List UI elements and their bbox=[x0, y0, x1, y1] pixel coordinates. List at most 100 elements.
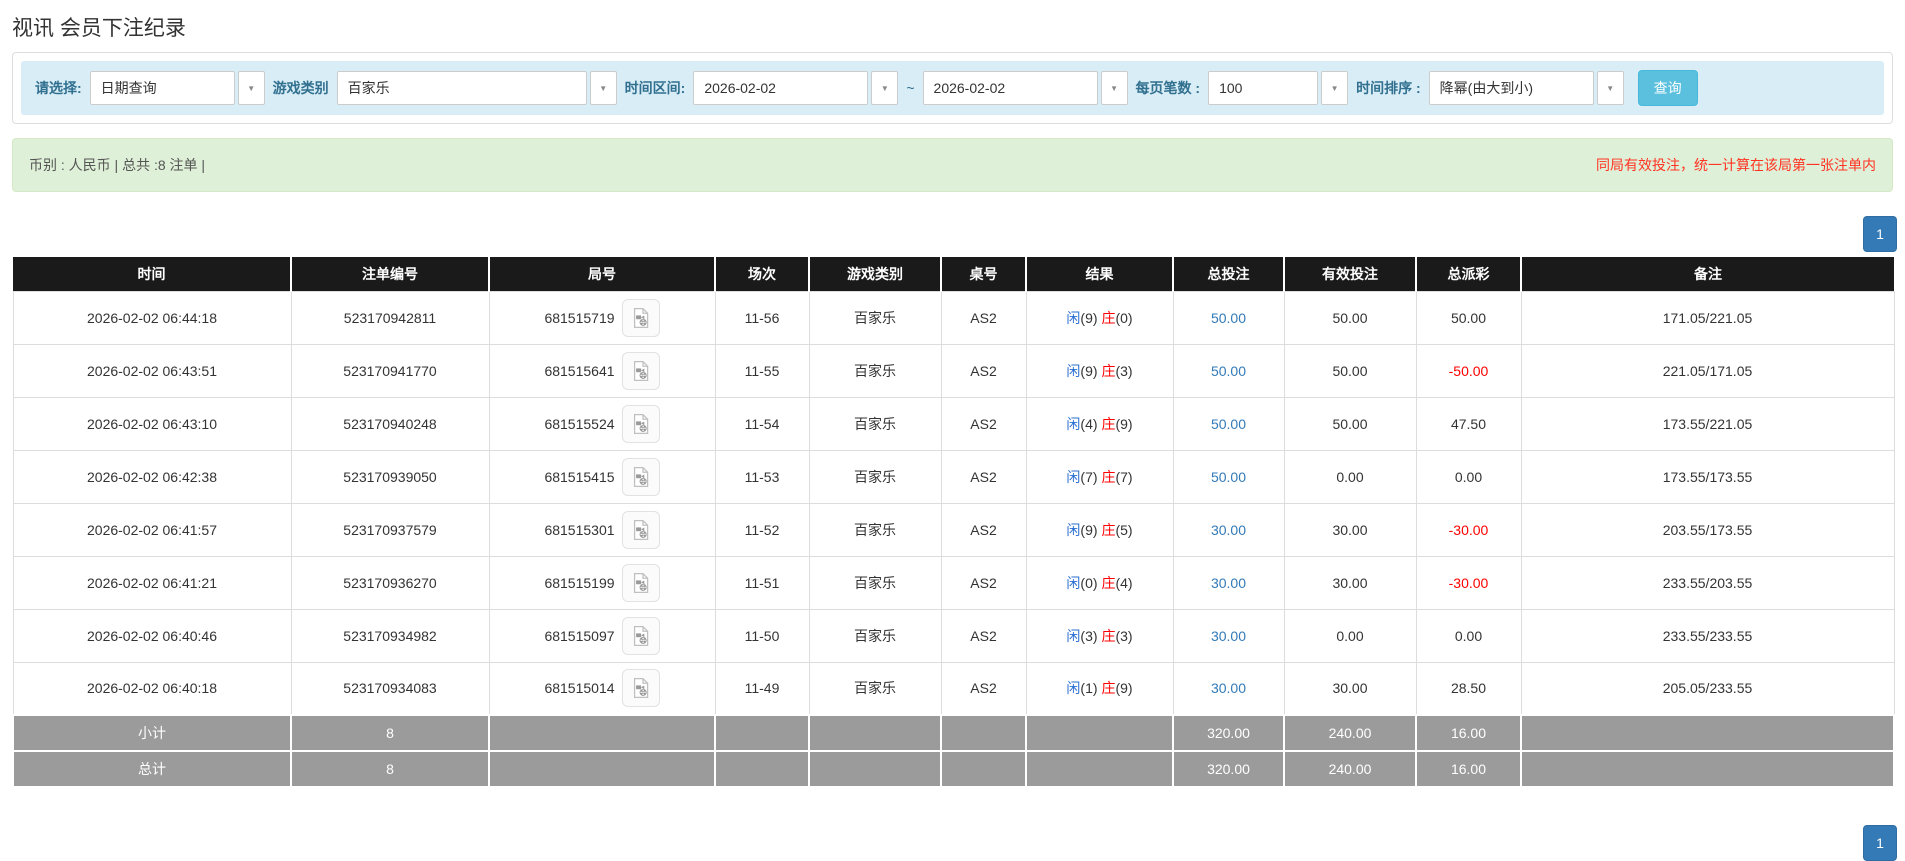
result-banker-label: 庄 bbox=[1101, 362, 1116, 379]
chevron-down-icon[interactable]: ▼ bbox=[237, 71, 265, 105]
cell-game-type: 百家乐 bbox=[808, 555, 942, 610]
cell-round-id: 681515301 bbox=[488, 502, 716, 557]
chevron-down-icon[interactable]: ▼ bbox=[1321, 71, 1349, 105]
cell-time: 2026-02-02 06:42:38 bbox=[12, 449, 292, 504]
video-replay-button[interactable] bbox=[621, 616, 660, 655]
header-round-id: 局号 bbox=[489, 257, 716, 291]
total-bet-link[interactable]: 30.00 bbox=[1211, 575, 1246, 591]
header-table-no: 桌号 bbox=[941, 257, 1027, 291]
video-replay-button[interactable] bbox=[621, 298, 660, 337]
cell-valid-bet: 30.00 bbox=[1283, 661, 1417, 716]
cell-payout: -30.00 bbox=[1415, 502, 1522, 557]
page-title: 视讯 会员下注纪录 bbox=[12, 17, 186, 40]
cell-time: 2026-02-02 06:43:10 bbox=[12, 396, 292, 451]
payout-value: -30.00 bbox=[1448, 574, 1489, 591]
pagination-page-1-button[interactable]: 1 bbox=[1863, 825, 1897, 861]
select-type-label: 请选择: bbox=[35, 80, 82, 96]
header-payout: 总派彩 bbox=[1416, 257, 1522, 291]
result-banker-label: 庄 bbox=[1101, 574, 1116, 591]
cell-game-type: 百家乐 bbox=[808, 502, 942, 557]
cell-table-no: AS2 bbox=[940, 449, 1027, 504]
video-replay-button[interactable] bbox=[621, 404, 660, 443]
date-from-picker[interactable]: 2026-02-02 ▼ bbox=[693, 71, 899, 105]
search-button[interactable]: 查询 bbox=[1637, 70, 1698, 106]
payout-value: -30.00 bbox=[1448, 521, 1489, 538]
result-player-score: (9) bbox=[1080, 362, 1098, 379]
query-type-select[interactable]: 日期查询 ▼ bbox=[89, 71, 265, 105]
cell-session: 11-49 bbox=[714, 661, 810, 716]
chevron-down-icon[interactable]: ▼ bbox=[589, 71, 617, 105]
game-type-label: 游戏类别 bbox=[272, 80, 329, 96]
query-type-value[interactable]: 日期查询 bbox=[89, 71, 235, 105]
sort-order-value[interactable]: 降幂(由大到小) bbox=[1428, 71, 1594, 105]
cell-remark: 173.55/221.05 bbox=[1520, 396, 1895, 451]
total-valid-bet: 240.00 bbox=[1283, 750, 1417, 788]
subtotal-valid-bet: 240.00 bbox=[1283, 714, 1417, 752]
chevron-down-icon[interactable]: ▼ bbox=[871, 71, 899, 105]
total-bet-link[interactable]: 50.00 bbox=[1211, 416, 1246, 432]
total-row: 总计 8 320.00 240.00 16.00 bbox=[12, 750, 1895, 788]
cell-total-bet: 50.00 bbox=[1172, 396, 1285, 451]
video-replay-button[interactable] bbox=[621, 457, 660, 496]
cell-result: 闲(1) 庄(9) bbox=[1025, 661, 1174, 716]
chevron-down-icon[interactable]: ▼ bbox=[1100, 71, 1128, 105]
header-time: 时间 bbox=[13, 257, 292, 291]
game-type-select[interactable]: 百家乐 ▼ bbox=[336, 71, 617, 105]
cell-valid-bet: 50.00 bbox=[1283, 290, 1417, 345]
total-payout: 16.00 bbox=[1415, 750, 1522, 788]
date-to-value[interactable]: 2026-02-02 bbox=[922, 71, 1098, 105]
table-body: 2026-02-02 06:44:18 523170942811 6815157… bbox=[12, 290, 1895, 716]
game-type-value[interactable]: 百家乐 bbox=[336, 71, 587, 105]
cell-session: 11-51 bbox=[714, 555, 810, 610]
total-bet-link[interactable]: 30.00 bbox=[1211, 680, 1246, 696]
pagination-bottom: 1 bbox=[1863, 825, 1897, 861]
video-replay-button[interactable] bbox=[621, 351, 660, 390]
round-id-value: 681515719 bbox=[544, 309, 615, 326]
video-replay-button[interactable] bbox=[621, 669, 660, 708]
round-id-value: 681515014 bbox=[544, 680, 615, 697]
pagination-page-1-button[interactable]: 1 bbox=[1863, 216, 1897, 252]
video-replay-button[interactable] bbox=[621, 510, 660, 549]
cell-result: 闲(3) 庄(3) bbox=[1025, 608, 1174, 663]
cell-result: 闲(4) 庄(9) bbox=[1025, 396, 1174, 451]
cell-bet-id: 523170936270 bbox=[290, 555, 490, 610]
date-from-value[interactable]: 2026-02-02 bbox=[693, 71, 869, 105]
total-bet-link[interactable]: 50.00 bbox=[1211, 363, 1246, 379]
total-bet-link[interactable]: 50.00 bbox=[1211, 310, 1246, 326]
chevron-down-icon[interactable]: ▼ bbox=[1596, 71, 1624, 105]
cell-valid-bet: 50.00 bbox=[1283, 343, 1417, 398]
round-id-value: 681515301 bbox=[544, 521, 615, 538]
cell-bet-id: 523170942811 bbox=[290, 290, 490, 345]
cell-total-bet: 30.00 bbox=[1172, 555, 1285, 610]
cell-session: 11-56 bbox=[714, 290, 810, 345]
round-id-value: 681515524 bbox=[544, 415, 615, 432]
page-size-select[interactable]: 100 ▼ bbox=[1208, 71, 1349, 105]
result-player-score: (9) bbox=[1080, 521, 1098, 538]
cell-result: 闲(9) 庄(5) bbox=[1025, 502, 1174, 557]
round-id-value: 681515641 bbox=[544, 362, 615, 379]
result-banker-label: 庄 bbox=[1101, 468, 1116, 485]
date-to-picker[interactable]: 2026-02-02 ▼ bbox=[922, 71, 1128, 105]
table-row: 2026-02-02 06:43:51 523170941770 6815156… bbox=[12, 343, 1895, 398]
cell-round-id: 681515014 bbox=[488, 661, 716, 716]
cell-table-no: AS2 bbox=[940, 608, 1027, 663]
total-bet-link[interactable]: 50.00 bbox=[1211, 469, 1246, 485]
sort-order-select[interactable]: 降幂(由大到小) ▼ bbox=[1428, 71, 1624, 105]
table-row: 2026-02-02 06:41:21 523170936270 6815151… bbox=[12, 555, 1895, 610]
page-size-value[interactable]: 100 bbox=[1208, 71, 1319, 105]
header-bet-id: 注单编号 bbox=[291, 257, 490, 291]
total-bet-link[interactable]: 30.00 bbox=[1211, 522, 1246, 538]
cell-session: 11-53 bbox=[714, 449, 810, 504]
cell-bet-id: 523170937579 bbox=[290, 502, 490, 557]
result-player-label: 闲 bbox=[1066, 574, 1081, 591]
result-player-score: (1) bbox=[1080, 680, 1098, 697]
result-banker-label: 庄 bbox=[1101, 415, 1116, 432]
cell-payout: 28.50 bbox=[1415, 661, 1522, 716]
round-id-value: 681515415 bbox=[544, 468, 615, 485]
subtotal-row: 小计 8 320.00 240.00 16.00 bbox=[12, 714, 1895, 752]
summary-red-note: 同局有效投注，统一计算在该局第一张注单内 bbox=[1596, 157, 1876, 173]
total-bet-link[interactable]: 30.00 bbox=[1211, 628, 1246, 644]
result-player-score: (3) bbox=[1080, 627, 1098, 644]
video-replay-button[interactable] bbox=[621, 563, 660, 602]
cell-payout: 47.50 bbox=[1415, 396, 1522, 451]
